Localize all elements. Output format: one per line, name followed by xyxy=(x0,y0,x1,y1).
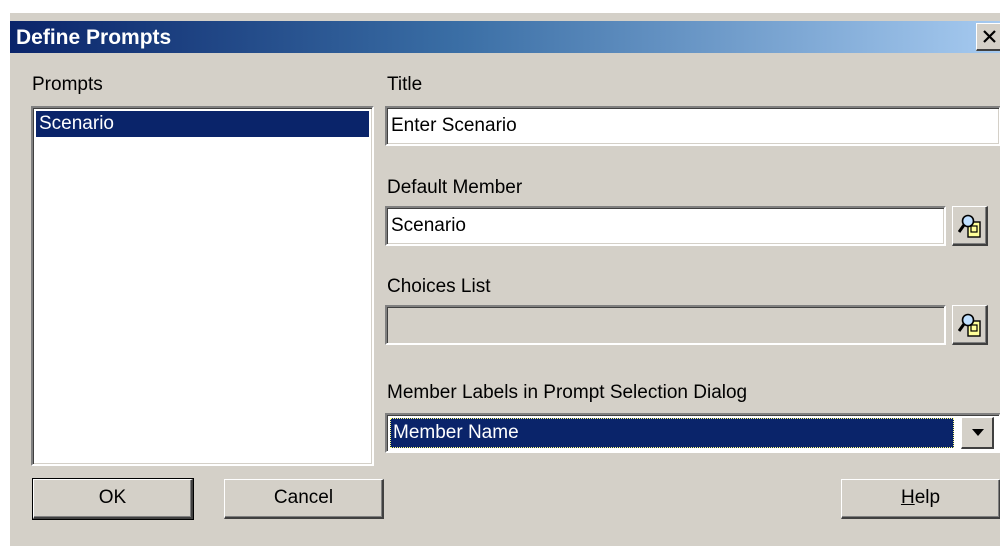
default-member-input[interactable]: Scenario xyxy=(385,206,946,246)
close-button[interactable] xyxy=(976,23,1000,51)
prompts-label: Prompts xyxy=(32,74,103,95)
member-selection-icon xyxy=(958,214,981,238)
cancel-button[interactable]: Cancel xyxy=(224,479,384,519)
chevron-down-icon xyxy=(972,429,984,436)
member-labels-label: Member Labels in Prompt Selection Dialog xyxy=(387,382,748,403)
help-mnemonic: H xyxy=(900,487,915,508)
choices-list-input[interactable] xyxy=(385,305,946,345)
choices-list-browse-button[interactable] xyxy=(952,305,988,345)
title-bar[interactable]: Define Prompts xyxy=(10,21,1000,53)
title-input[interactable]: Enter Scenario xyxy=(385,106,1000,146)
default-member-browse-button[interactable] xyxy=(952,206,988,246)
choices-list-label: Choices List xyxy=(387,276,491,297)
member-selection-icon xyxy=(958,313,981,337)
title-label: Title xyxy=(387,74,423,95)
member-labels-selected-value[interactable]: Member Name xyxy=(390,418,954,448)
ok-button[interactable]: OK xyxy=(32,478,194,520)
member-labels-select[interactable]: Member Name xyxy=(385,413,1000,453)
help-label-rest: elp xyxy=(914,487,941,508)
close-icon xyxy=(983,30,996,43)
define-prompts-dialog: Define Prompts Prompts Scenario Title En… xyxy=(9,12,1000,546)
list-item[interactable]: Scenario xyxy=(36,111,369,137)
default-member-label: Default Member xyxy=(387,177,523,198)
prompts-listbox[interactable]: Scenario xyxy=(31,106,374,466)
dialog-title: Define Prompts xyxy=(16,26,172,49)
dropdown-button[interactable] xyxy=(961,417,994,449)
help-button[interactable]: Help xyxy=(841,479,1000,519)
